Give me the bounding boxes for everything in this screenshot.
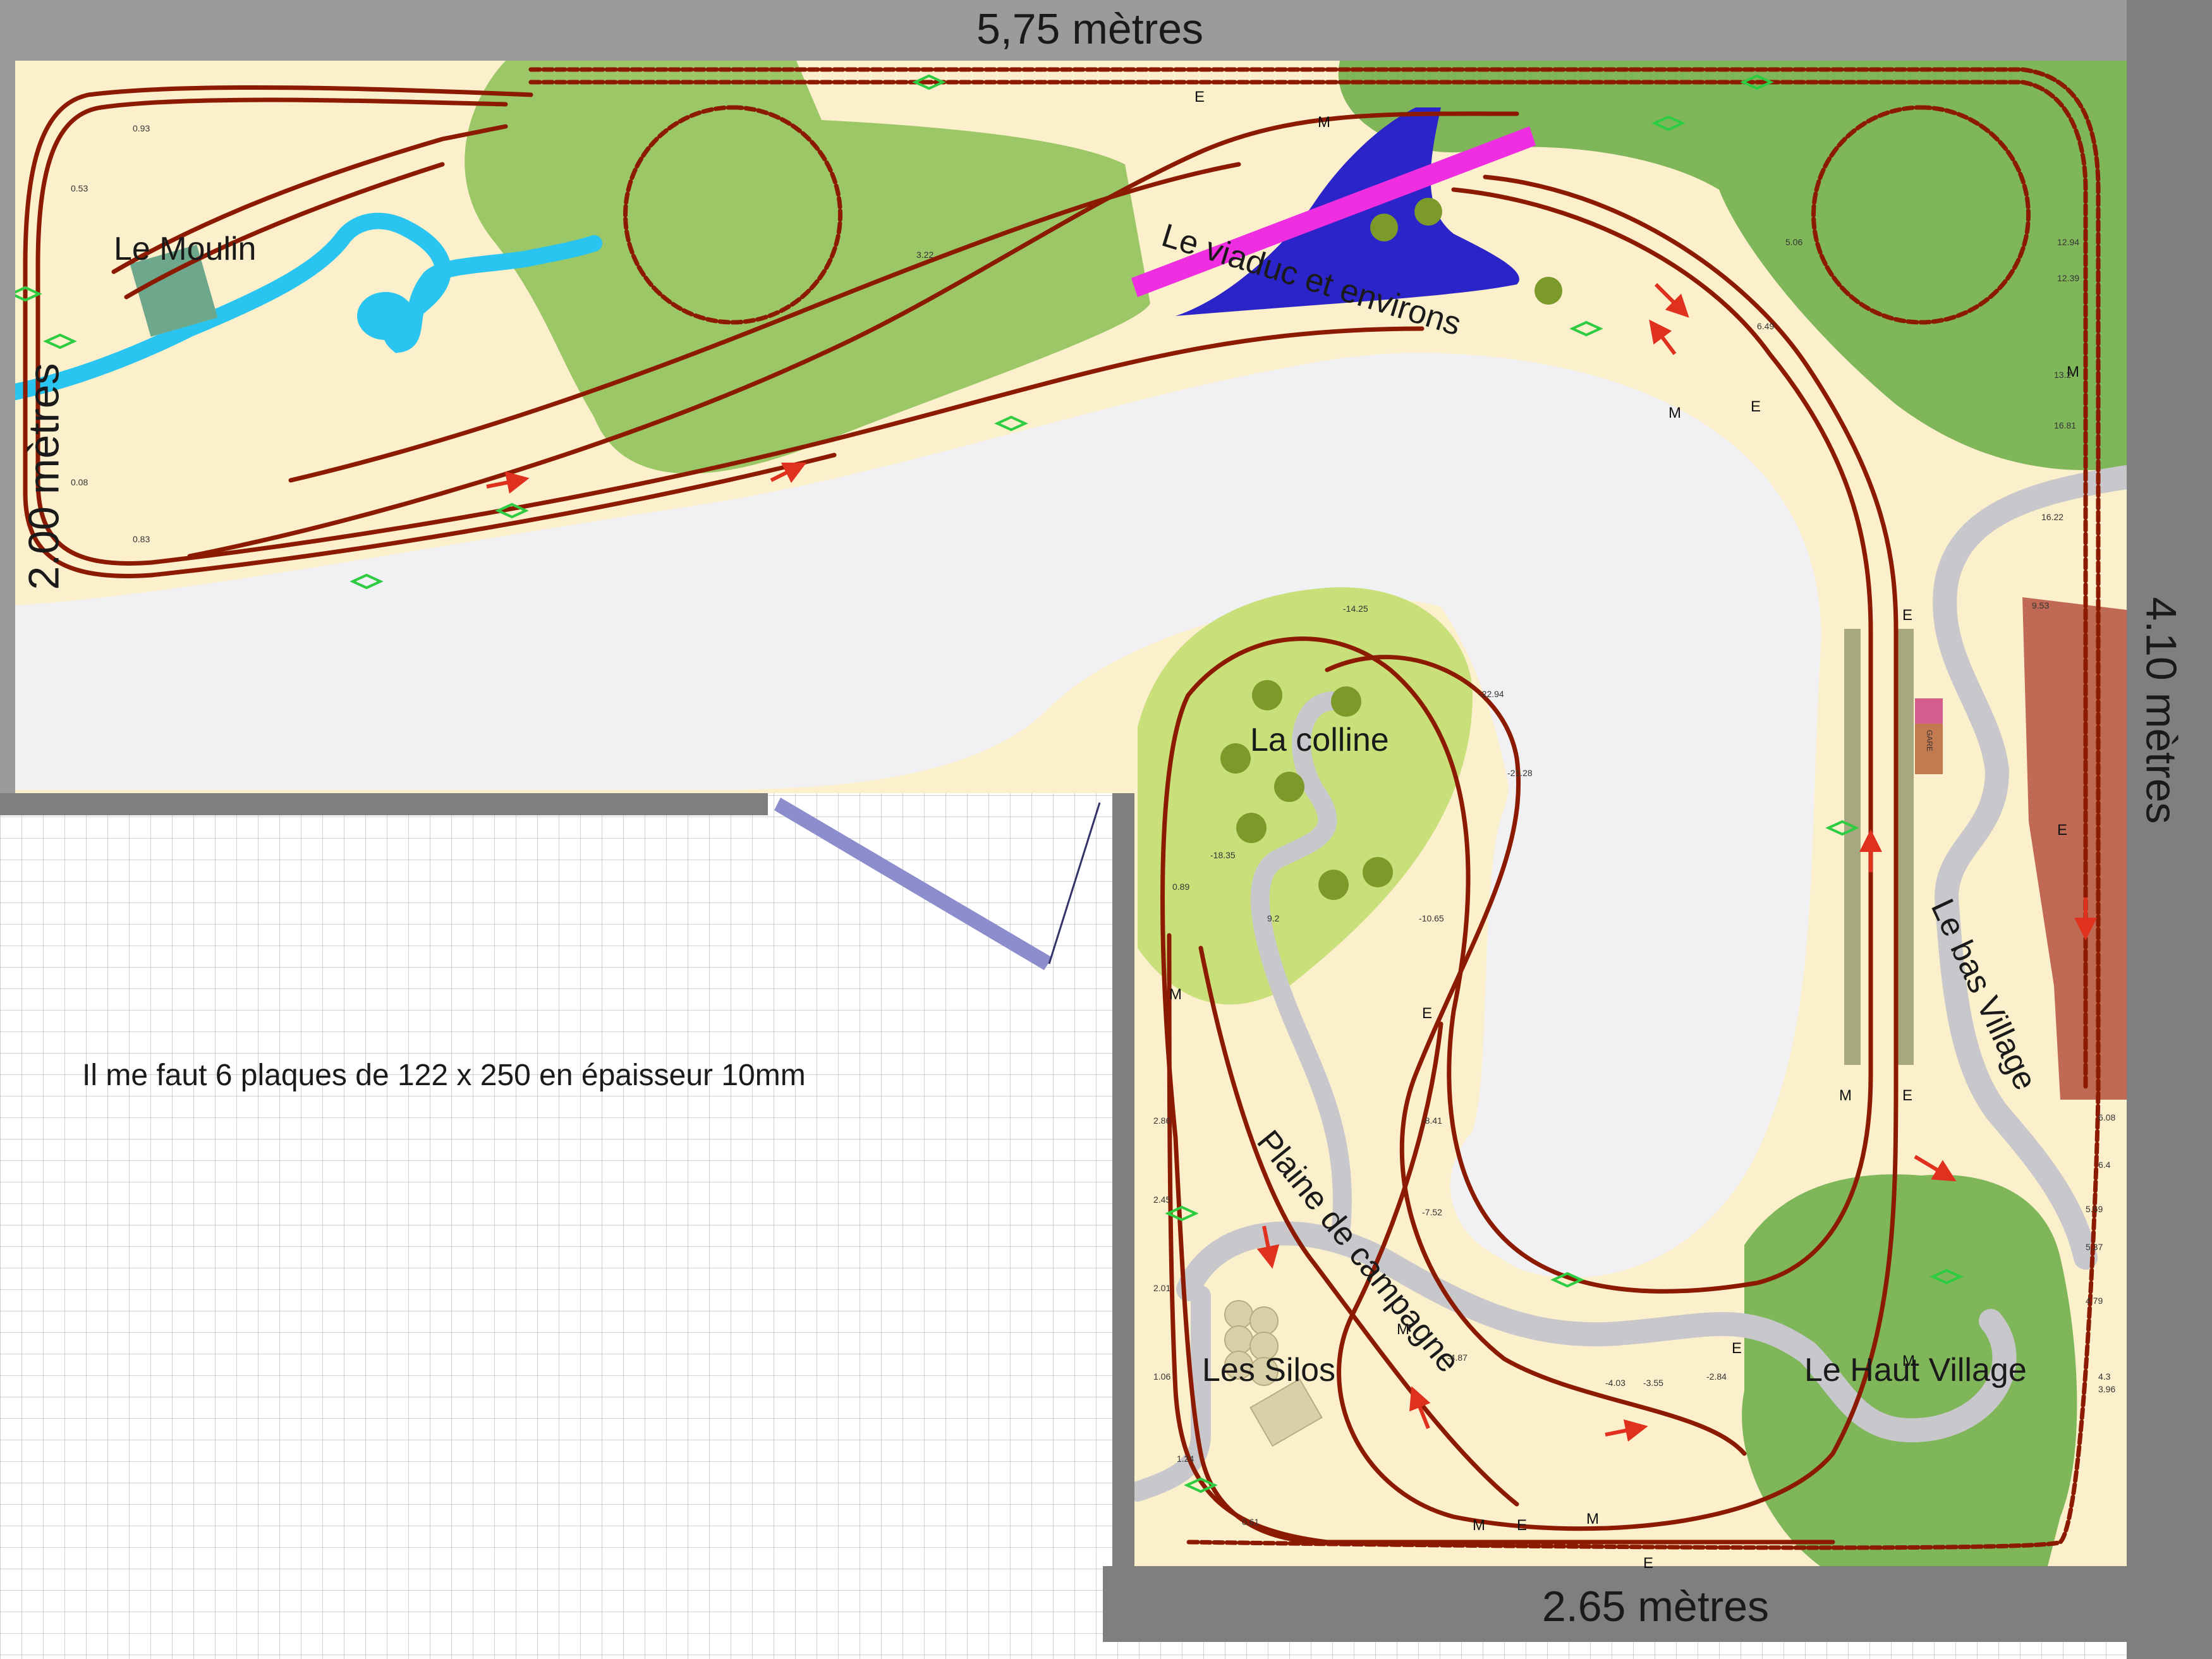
track-plan (0, 0, 2212, 1659)
elevation-mark: 9.53 (2032, 600, 2050, 611)
elevation-mark: -21.28 (1507, 768, 1533, 778)
track-letter: E (2057, 822, 2068, 839)
dimension-top: 5,75 mètres (976, 5, 1204, 53)
elevation-mark: -7.52 (1422, 1207, 1442, 1217)
elevation-mark: -22.94 (1479, 689, 1504, 699)
elevation-mark: 6.08 (2098, 1112, 2116, 1122)
elevation-mark: 13.2 (2054, 370, 2072, 380)
track-letter: E (1517, 1517, 1528, 1534)
elevation-mark: -3.55 (1643, 1378, 1663, 1388)
elevation-mark: 3.96 (2098, 1384, 2116, 1394)
track-letter: M (1586, 1510, 1599, 1528)
zone-silos: Les Silos (1202, 1352, 1335, 1389)
zone-colline: La colline (1250, 722, 1389, 758)
elevation-mark: 0.89 (1172, 882, 1190, 892)
elevation-mark: -2.84 (1706, 1371, 1727, 1382)
elevation-mark: 4.79 (2086, 1296, 2103, 1306)
track-letter: E (1643, 1555, 1654, 1572)
elevation-mark: 6.49 (1757, 321, 1775, 331)
elevation-mark: 5.69 (2086, 1204, 2103, 1214)
elevation-mark: 16.81 (2054, 420, 2077, 430)
zone-moulin: Le Moulin (114, 231, 257, 267)
station-label: GARE (1925, 729, 1935, 752)
elevation-mark: -18.35 (1210, 850, 1236, 860)
material-note: Il me faut 6 plaques de 122 x 250 en épa… (82, 1059, 806, 1092)
track-letter: E (1902, 607, 1913, 624)
elevation-mark: 4.3 (2098, 1371, 2111, 1382)
elevation-mark: -4.87 (1447, 1352, 1468, 1363)
elevation-mark: 12.39 (2057, 273, 2080, 283)
platform-left (1844, 629, 1861, 1065)
platform-right (1897, 629, 1914, 1065)
elevation-mark: 6.4 (2098, 1160, 2111, 1170)
track-letter: M (1668, 404, 1681, 422)
zone-haut-village: Le Haut Village (1804, 1352, 2027, 1389)
elevation-mark: -10.65 (1419, 913, 1444, 923)
elevation-mark: 9.2 (1267, 913, 1280, 923)
dimension-bottom: 2.65 mètres (1542, 1583, 1770, 1631)
station-roof (1915, 698, 1943, 724)
track-letter: E (1902, 1087, 1913, 1104)
elevation-mark: -4.03 (1605, 1378, 1626, 1388)
elevation-mark: 5.06 (1785, 237, 1803, 247)
elevation-mark: 5.37 (2086, 1242, 2103, 1252)
track-letter: E (1194, 88, 1205, 106)
elevation-mark: 0.83 (133, 534, 150, 544)
elevation-mark: -14.25 (1343, 604, 1368, 614)
track-letter: M (1902, 1352, 1915, 1370)
elevation-mark: 3.22 (916, 250, 934, 260)
elevation-mark: 2.01 (1153, 1283, 1171, 1293)
dimension-left: 2.00 mètres (20, 363, 68, 590)
elevation-mark: 1.06 (1153, 1371, 1171, 1382)
track-letter: E (1732, 1340, 1742, 1357)
pond (357, 292, 414, 340)
elevation-mark: 1.24 (1177, 1454, 1194, 1464)
elevation-mark: 0.08 (71, 477, 88, 487)
track-letter: E (1422, 1005, 1433, 1022)
elevation-mark: 12.94 (2057, 237, 2080, 247)
elevation-mark: 0.61 (1242, 1517, 1260, 1527)
track-letter: M (1397, 1321, 1409, 1338)
track-letter: M (1169, 986, 1182, 1003)
elevation-mark: 2.86 (1153, 1115, 1171, 1126)
dimension-right: 4.10 mètres (2137, 597, 2185, 824)
track-letter: E (1751, 398, 1761, 415)
elevation-mark: 16.22 (2041, 512, 2064, 522)
elevation-mark: 0.53 (71, 183, 88, 193)
elevation-mark: 2.45 (1153, 1194, 1171, 1205)
track-letter: M (1318, 114, 1330, 131)
elevation-mark: 0.93 (133, 123, 150, 133)
track-letter: M (1473, 1517, 1485, 1534)
elevation-mark: -8.41 (1422, 1115, 1442, 1126)
track-letter: M (1839, 1087, 1852, 1104)
